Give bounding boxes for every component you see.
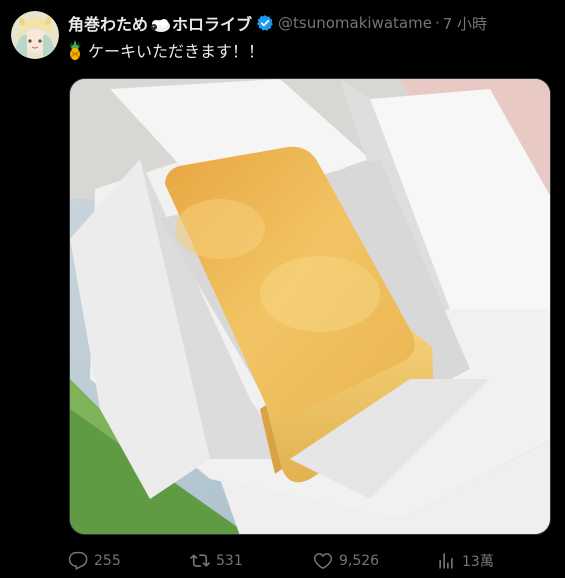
tweet: 角巻わため ホロライブ @tsunomakiwatame · 7 小時 ケーキいた…: [0, 0, 565, 578]
avatar[interactable]: [11, 11, 59, 59]
reply-button[interactable]: 255: [68, 551, 190, 571]
display-name-part2: ホロライブ: [172, 15, 253, 34]
retweet-icon: [190, 554, 210, 567]
display-name[interactable]: 角巻わため ホロライブ: [68, 11, 252, 35]
retweet-button[interactable]: 531: [190, 551, 313, 571]
tweet-text: ケーキいただきます！！: [68, 38, 264, 62]
sheep-icon: [149, 18, 171, 34]
separator-dot: ·: [434, 14, 440, 32]
display-name-part1: 角巻わため: [68, 15, 149, 34]
retweet-count: 531: [216, 553, 243, 569]
tweet-actions: 255 531 9,526 13萬: [68, 548, 558, 574]
tweet-header: 角巻わため ホロライブ @tsunomakiwatame · 7 小時: [68, 10, 559, 36]
heart-icon: [313, 553, 333, 570]
pineapple-icon: [68, 40, 82, 60]
like-count: 9,526: [339, 553, 380, 569]
reply-icon: [68, 551, 88, 571]
like-button[interactable]: 9,526: [313, 551, 436, 571]
views-button[interactable]: 13萬: [436, 551, 494, 571]
tweet-photo[interactable]: [69, 78, 551, 535]
user-handle[interactable]: @tsunomakiwatame: [278, 14, 432, 32]
timestamp[interactable]: 7 小時: [443, 13, 487, 34]
tweet-text-content: ケーキいただきます！！: [88, 42, 265, 61]
views-icon: [439, 553, 453, 569]
verified-badge-icon: [256, 14, 274, 32]
reply-count: 255: [94, 553, 121, 569]
views-count: 13萬: [462, 554, 494, 570]
